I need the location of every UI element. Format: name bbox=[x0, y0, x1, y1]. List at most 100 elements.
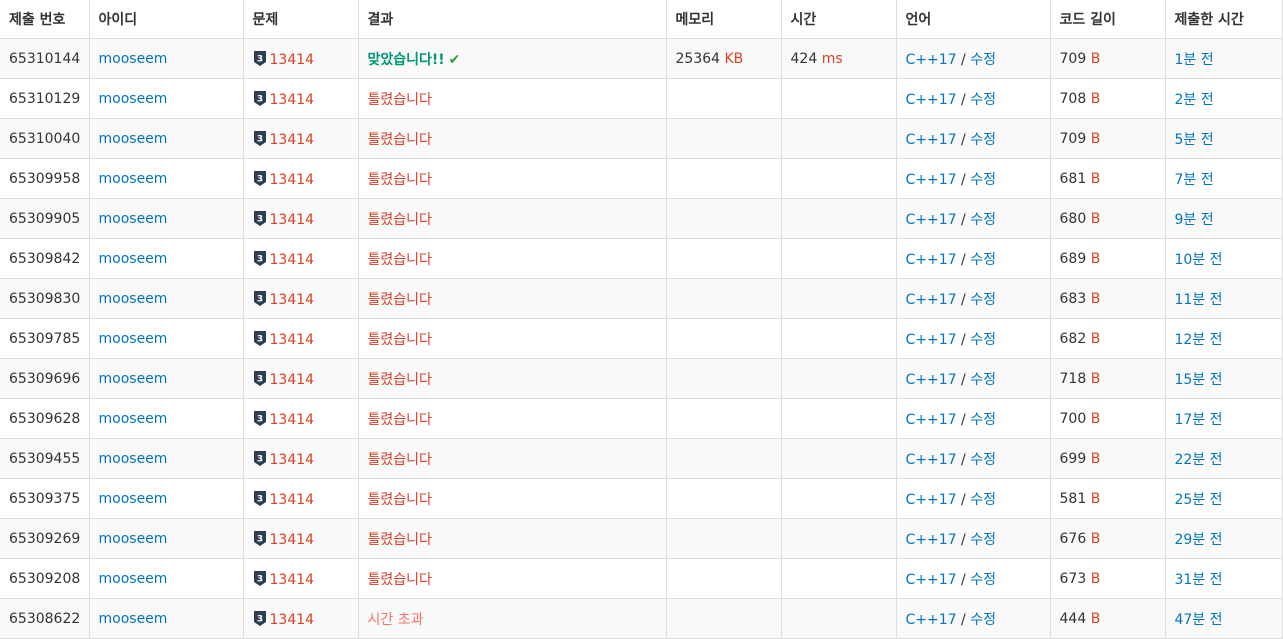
edit-link[interactable]: 수정 bbox=[970, 452, 996, 468]
user-link[interactable]: mooseem bbox=[99, 571, 168, 587]
submitted-at-link[interactable]: 1분 전 bbox=[1175, 52, 1214, 68]
edit-link[interactable]: 수정 bbox=[970, 572, 996, 588]
user-link[interactable]: mooseem bbox=[99, 331, 168, 347]
submitted-at-link[interactable]: 11분 전 bbox=[1175, 292, 1223, 308]
user-link[interactable]: mooseem bbox=[99, 531, 168, 547]
problem-link[interactable]: 13414 bbox=[270, 532, 315, 548]
submission-id: 65309455 bbox=[9, 450, 81, 467]
problem-link[interactable]: 13414 bbox=[270, 252, 315, 268]
problem-link[interactable]: 13414 bbox=[270, 92, 315, 108]
submitted-at-link[interactable]: 29분 전 bbox=[1175, 532, 1223, 548]
edit-link[interactable]: 수정 bbox=[970, 372, 996, 388]
language-link[interactable]: C++17 bbox=[906, 172, 957, 188]
time-cell bbox=[780, 518, 897, 559]
result-text[interactable]: 틀렸습니다 bbox=[368, 92, 432, 108]
result-text[interactable]: 틀렸습니다 bbox=[368, 532, 432, 548]
user-link[interactable]: mooseem bbox=[99, 171, 168, 187]
user-link[interactable]: mooseem bbox=[99, 611, 168, 627]
result-text[interactable]: 틀렸습니다 bbox=[368, 212, 432, 228]
result-text[interactable]: 틀렸습니다 bbox=[368, 372, 432, 388]
edit-link[interactable]: 수정 bbox=[970, 212, 996, 228]
result-text[interactable]: 틀렸습니다 bbox=[368, 172, 432, 188]
user-link[interactable]: mooseem bbox=[99, 371, 168, 387]
result-text[interactable]: 시간 초과 bbox=[368, 612, 424, 628]
result-text[interactable]: 틀렸습니다 bbox=[368, 492, 432, 508]
result-text[interactable]: 틀렸습니다 bbox=[368, 292, 432, 308]
submitted-at-link[interactable]: 12분 전 bbox=[1175, 332, 1223, 348]
problem-link[interactable]: 13414 bbox=[270, 132, 315, 148]
submitted-at-link[interactable]: 9분 전 bbox=[1175, 212, 1214, 228]
language-link[interactable]: C++17 bbox=[906, 452, 957, 468]
result-text[interactable]: 틀렸습니다 bbox=[368, 332, 432, 348]
language-link[interactable]: C++17 bbox=[906, 292, 957, 308]
user-link[interactable]: mooseem bbox=[99, 251, 168, 267]
edit-link[interactable]: 수정 bbox=[970, 252, 996, 268]
edit-link[interactable]: 수정 bbox=[970, 332, 996, 348]
problem-link[interactable]: 13414 bbox=[270, 612, 315, 628]
problem-link[interactable]: 13414 bbox=[270, 52, 315, 68]
language-link[interactable]: C++17 bbox=[906, 332, 957, 348]
user-link[interactable]: mooseem bbox=[99, 211, 168, 227]
result-text[interactable]: 틀렸습니다 bbox=[368, 572, 432, 588]
edit-link[interactable]: 수정 bbox=[970, 52, 996, 68]
language-link[interactable]: C++17 bbox=[906, 492, 957, 508]
result-text[interactable]: 틀렸습니다 bbox=[368, 452, 432, 468]
edit-link[interactable]: 수정 bbox=[970, 492, 996, 508]
language-link[interactable]: C++17 bbox=[906, 52, 957, 68]
problem-link[interactable]: 13414 bbox=[270, 492, 315, 508]
memory-cell bbox=[665, 438, 782, 479]
language-link[interactable]: C++17 bbox=[906, 212, 957, 228]
user-link[interactable]: mooseem bbox=[99, 131, 168, 147]
submitted-at-link[interactable]: 47분 전 bbox=[1175, 612, 1223, 628]
language-link[interactable]: C++17 bbox=[906, 132, 957, 148]
edit-link[interactable]: 수정 bbox=[970, 172, 996, 188]
result-text[interactable]: 틀렸습니다 bbox=[368, 252, 432, 268]
problem-link[interactable]: 13414 bbox=[270, 212, 315, 228]
edit-link[interactable]: 수정 bbox=[970, 412, 996, 428]
user-link[interactable]: mooseem bbox=[99, 451, 168, 467]
problem-link[interactable]: 13414 bbox=[270, 172, 315, 188]
language-link[interactable]: C++17 bbox=[906, 612, 957, 628]
time-cell: 424 ms bbox=[780, 38, 897, 79]
user-link[interactable]: mooseem bbox=[99, 291, 168, 307]
submitted-at-link[interactable]: 31분 전 bbox=[1175, 572, 1223, 588]
problem-link[interactable]: 13414 bbox=[270, 332, 315, 348]
submitted-at-link[interactable]: 2분 전 bbox=[1175, 92, 1214, 108]
result-text[interactable]: 틀렸습니다 bbox=[368, 412, 432, 428]
language-link[interactable]: C++17 bbox=[906, 372, 957, 388]
problem-cell: 3 13414 bbox=[242, 598, 359, 639]
edit-link[interactable]: 수정 bbox=[970, 532, 996, 548]
user-link[interactable]: mooseem bbox=[99, 491, 168, 507]
result-text[interactable]: 맞았습니다!! bbox=[368, 52, 445, 68]
edit-link[interactable]: 수정 bbox=[970, 612, 996, 628]
submission-id: 65309842 bbox=[9, 250, 81, 267]
submitted-at-link[interactable]: 10분 전 bbox=[1175, 252, 1223, 268]
user-link[interactable]: mooseem bbox=[99, 91, 168, 107]
problem-link[interactable]: 13414 bbox=[270, 412, 315, 428]
submitted-at-link[interactable]: 7분 전 bbox=[1175, 172, 1214, 188]
user-link[interactable]: mooseem bbox=[99, 411, 168, 427]
problem-link[interactable]: 13414 bbox=[270, 372, 315, 388]
submitted-at-link[interactable]: 17분 전 bbox=[1175, 412, 1223, 428]
submitted-at-link[interactable]: 15분 전 bbox=[1175, 372, 1223, 388]
language-link[interactable]: C++17 bbox=[906, 412, 957, 428]
submitted-at-link[interactable]: 22분 전 bbox=[1175, 452, 1223, 468]
problem-link[interactable]: 13414 bbox=[270, 292, 315, 308]
time-cell bbox=[780, 278, 897, 319]
problem-link[interactable]: 13414 bbox=[270, 572, 315, 588]
code-length-value: 709 bbox=[1059, 50, 1087, 67]
language-link[interactable]: C++17 bbox=[906, 572, 957, 588]
submitted-at-link[interactable]: 5분 전 bbox=[1175, 132, 1214, 148]
edit-link[interactable]: 수정 bbox=[970, 292, 996, 308]
svg-text:3: 3 bbox=[256, 214, 262, 224]
problem-link[interactable]: 13414 bbox=[270, 452, 315, 468]
edit-link[interactable]: 수정 bbox=[970, 132, 996, 148]
submitted-at-link[interactable]: 25분 전 bbox=[1175, 492, 1223, 508]
user-link[interactable]: mooseem bbox=[99, 51, 168, 67]
submission-id: 65309830 bbox=[9, 290, 81, 307]
language-link[interactable]: C++17 bbox=[906, 92, 957, 108]
edit-link[interactable]: 수정 bbox=[970, 92, 996, 108]
result-text[interactable]: 틀렸습니다 bbox=[368, 132, 432, 148]
language-link[interactable]: C++17 bbox=[906, 252, 957, 268]
language-link[interactable]: C++17 bbox=[906, 532, 957, 548]
